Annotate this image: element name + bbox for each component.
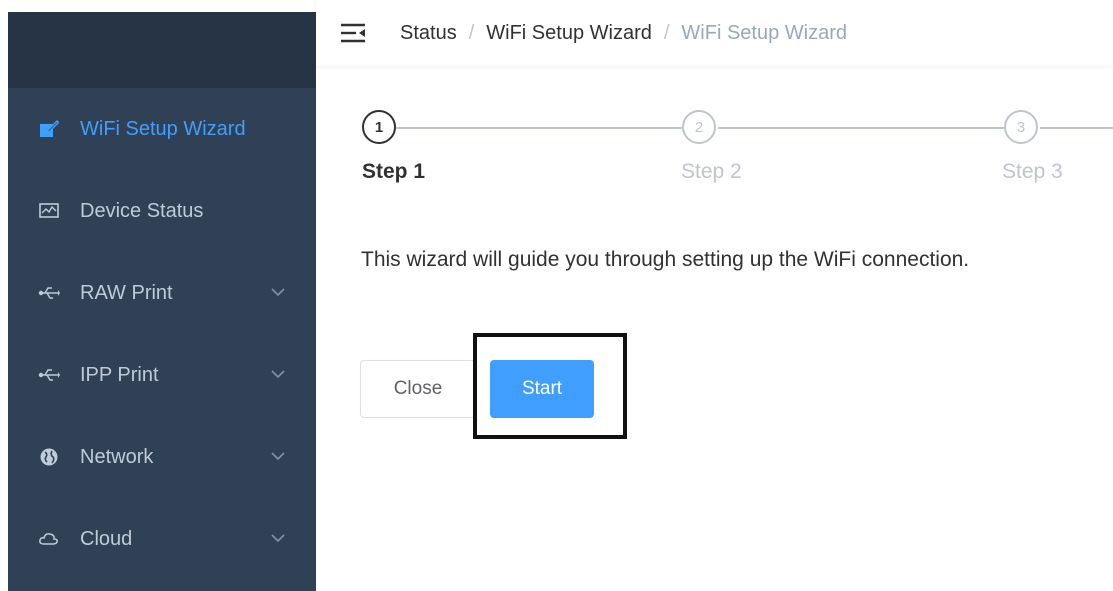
sidebar-item-label: RAW Print xyxy=(80,281,173,304)
start-button[interactable]: Start xyxy=(490,360,594,418)
sidebar-item-wifi-setup-wizard[interactable]: WiFi Setup Wizard xyxy=(8,88,316,170)
breadcrumb-separator: / xyxy=(663,21,670,44)
close-button[interactable]: Close xyxy=(360,360,476,418)
step-2-circle: 2 xyxy=(682,110,716,144)
sidebar-item-label: Device Status xyxy=(80,199,204,222)
chevron-down-icon xyxy=(271,370,285,379)
page: WiFi Setup Wizard Device Status RAW Prin… xyxy=(0,0,1113,591)
edit-icon xyxy=(36,118,62,140)
globe-icon xyxy=(36,446,62,468)
sidebar-item-label: WiFi Setup Wizard xyxy=(80,117,246,140)
breadcrumb: Status / WiFi Setup Wizard / WiFi Setup … xyxy=(400,22,847,45)
chevron-down-icon xyxy=(271,534,285,543)
sidebar-header xyxy=(8,12,316,88)
sidebar-item-network[interactable]: Network xyxy=(8,416,316,498)
step-connector xyxy=(1040,127,1113,129)
step-1-circle: 1 xyxy=(362,110,396,144)
breadcrumb-item-status[interactable]: Status xyxy=(400,22,457,45)
step-connector xyxy=(396,127,682,129)
breadcrumb-separator: / xyxy=(468,21,475,44)
breadcrumb-item-current: WiFi Setup Wizard xyxy=(681,21,848,44)
sidebar-item-ipp-print[interactable]: IPP Print xyxy=(8,334,316,416)
monitor-icon xyxy=(36,200,62,222)
sidebar-item-raw-print[interactable]: RAW Print xyxy=(8,252,316,334)
step-3-circle: 3 xyxy=(1004,110,1038,144)
wizard-description: This wizard will guide you through setti… xyxy=(361,248,970,271)
step-connector xyxy=(718,127,1004,129)
step-2-title: Step 2 xyxy=(681,160,742,183)
usb-icon xyxy=(36,282,62,304)
sidebar-item-cloud[interactable]: Cloud xyxy=(8,498,316,580)
breadcrumb-item-wifi-setup-wizard[interactable]: WiFi Setup Wizard xyxy=(486,22,652,45)
usb-icon xyxy=(36,364,62,386)
chevron-down-icon xyxy=(271,452,285,461)
sidebar-item-label: IPP Print xyxy=(80,363,159,386)
sidebar-item-label: Network xyxy=(80,445,154,468)
steps: 1 2 3 Step 1 Step 2 Step 3 xyxy=(360,110,1113,190)
cloud-icon xyxy=(36,528,62,550)
sidebar-item-label: Cloud xyxy=(80,527,133,550)
step-1-title: Step 1 xyxy=(362,160,426,183)
menu-fold-icon[interactable] xyxy=(340,22,366,44)
sidebar-menu: WiFi Setup Wizard Device Status RAW Prin… xyxy=(8,88,316,580)
chevron-down-icon xyxy=(271,288,285,297)
sidebar-item-device-status[interactable]: Device Status xyxy=(8,170,316,252)
step-3-title: Step 3 xyxy=(1002,160,1063,183)
sidebar: WiFi Setup Wizard Device Status RAW Prin… xyxy=(8,12,316,591)
navbar: Status / WiFi Setup Wizard / WiFi Setup … xyxy=(316,0,1113,66)
